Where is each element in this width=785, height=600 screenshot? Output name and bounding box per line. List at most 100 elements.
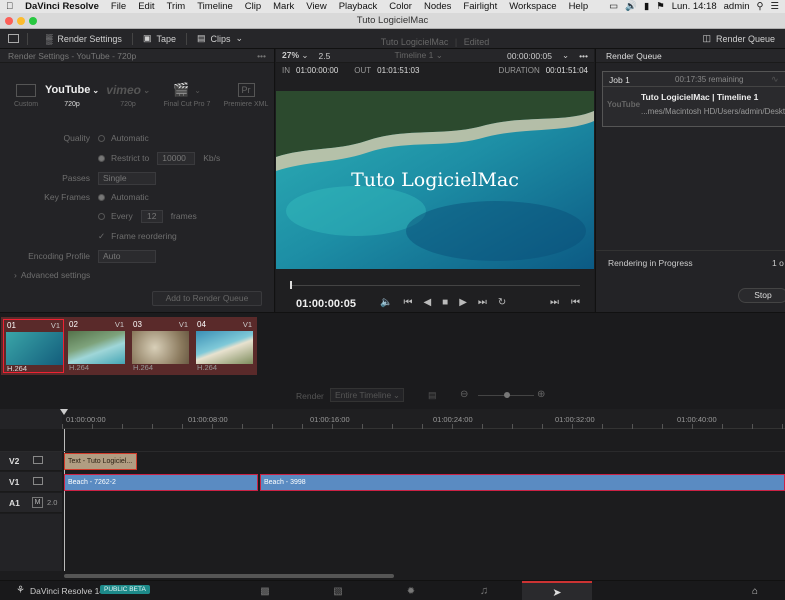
preset-youtube[interactable]: YouTube ⌄ 720p (45, 79, 99, 108)
list-icon[interactable]: ☰ (770, 1, 779, 12)
battery-icon[interactable]: ▮ (644, 1, 649, 12)
flag-icon[interactable]: ⚑ (656, 1, 665, 12)
video-preview[interactable]: Tuto LogicielMac (276, 91, 594, 269)
checkmark-icon[interactable]: ✓ (98, 231, 105, 242)
add-to-render-queue-button[interactable]: Add to Render Queue (152, 291, 262, 306)
zoom-slider-knob[interactable] (504, 392, 510, 398)
menu-clip[interactable]: Clip (239, 1, 267, 12)
clip-thumbnail[interactable]: 01 V1 H.264 (3, 319, 64, 373)
clip-thumbnail[interactable]: 02 V1 H.264 (66, 319, 127, 373)
airplay-icon[interactable]: ▭ (609, 1, 618, 12)
ruler-tick-label: 01:00:16:00 (310, 415, 350, 424)
edit-page-button[interactable]: ▧ (303, 581, 373, 600)
zoom-window-button[interactable] (29, 17, 37, 25)
preset-custom[interactable]: Custom (6, 79, 46, 108)
bitrate-input[interactable]: 10000 (157, 151, 196, 165)
play-reverse-icon[interactable]: ◀ (423, 297, 431, 308)
zoom-out-icon[interactable]: ⊖ (460, 389, 468, 400)
render-range-select[interactable]: Entire Timeline ⌄ (330, 388, 404, 402)
clip-thumbnail[interactable]: 04 V1 H.264 (194, 319, 255, 373)
timeline-scrollbar[interactable] (64, 574, 394, 578)
close-window-button[interactable] (5, 17, 13, 25)
menubar-clock[interactable]: Lun. 14:18 (672, 1, 717, 12)
apple-icon[interactable]:  (0, 1, 19, 12)
skip-forward-icon[interactable]: ⏭ (478, 297, 487, 308)
scrubber-bar[interactable] (290, 285, 580, 286)
clips-button[interactable]: ▤ Clips ⌄ (187, 29, 253, 49)
audio-icon[interactable]: 🔈 (380, 297, 392, 308)
volume-icon[interactable]: 🔊 (625, 1, 637, 12)
menu-mark[interactable]: Mark (267, 1, 300, 12)
menu-timeline[interactable]: Timeline (191, 1, 239, 12)
zoom-select[interactable]: 27% ⌄ (282, 50, 309, 61)
home-button[interactable]: ⌂ (725, 581, 785, 600)
render-job-card[interactable]: Job 1 00:17:35 remaining ∿ YouTube Tuto … (602, 71, 785, 127)
skip-back-icon[interactable]: ⏮ (403, 297, 412, 308)
encoding-select[interactable]: Auto (98, 249, 156, 263)
track-monitor-icon[interactable] (33, 477, 43, 485)
play-icon[interactable]: ▶ (459, 297, 467, 308)
preset-final-cut[interactable]: 🎬 ⌄ Final Cut Pro 7 (158, 79, 216, 108)
menu-view[interactable]: View (300, 1, 332, 12)
every-radio[interactable] (98, 212, 105, 220)
menu-help[interactable]: Help (563, 1, 595, 12)
track-header-a1[interactable]: A1 M 2.0 (0, 493, 62, 513)
timeline-ruler[interactable]: 01:00:00:00 01:00:08:00 01:00:16:00 01:0… (0, 409, 785, 429)
preset-premiere[interactable]: Pr Premiere XML (222, 79, 270, 108)
clip-group: 01 V1 H.264 02 V1 H.264 03 V1 H.264 04 V… (1, 317, 257, 375)
more-options-icon[interactable]: ••• (579, 51, 588, 61)
video-clip[interactable]: Beach - 3998 (260, 474, 785, 491)
tape-button[interactable]: ▣ Tape (133, 29, 186, 49)
menu-file[interactable]: File (105, 1, 132, 12)
fairlight-page-button[interactable]: ♫ (449, 581, 519, 600)
in-label: IN (282, 65, 290, 75)
menu-workspace[interactable]: Workspace (503, 1, 562, 12)
render-queue-button[interactable]: ◫ Render Queue (692, 29, 785, 49)
deliver-page-button[interactable]: ➤ (522, 581, 592, 600)
video-clip[interactable]: Beach - 7262-2 (64, 474, 258, 491)
chevron-down-icon[interactable]: ⌄ (562, 50, 569, 61)
clip-thumbnail[interactable]: 03 V1 H.264 (130, 319, 191, 373)
menu-color[interactable]: Color (383, 1, 418, 12)
clip-nav-buttons: ⏭ ⏮ (550, 297, 580, 308)
advanced-settings-toggle[interactable]: › Advanced settings (0, 267, 275, 283)
panel-toggle-button[interactable] (0, 29, 27, 49)
keyframes-auto-radio[interactable] (98, 193, 105, 201)
quality-auto-radio[interactable] (98, 134, 105, 142)
more-options-icon[interactable]: ••• (257, 51, 266, 61)
track-monitor-icon[interactable] (33, 456, 43, 464)
loop-icon[interactable]: ↻ (498, 297, 506, 308)
minimize-window-button[interactable] (17, 17, 25, 25)
playhead-marker[interactable] (60, 409, 68, 415)
stop-render-button[interactable]: Stop (738, 288, 785, 303)
prev-clip-icon[interactable]: ⏮ (571, 297, 580, 308)
track-header-v2[interactable]: V2 (0, 451, 62, 471)
menu-trim[interactable]: Trim (161, 1, 192, 12)
zoom-in-icon[interactable]: ⊕ (537, 389, 545, 400)
passes-select[interactable]: Single (98, 171, 156, 185)
ruler-tick-label: 01:00:40:00 (677, 415, 717, 424)
text-clip[interactable]: Text - Tuto Logiciel... (64, 453, 137, 470)
menu-playback[interactable]: Playback (333, 1, 384, 12)
track-header-v1[interactable]: V1 (0, 472, 62, 492)
scrubber-playhead[interactable] (290, 281, 292, 289)
timeline-view-icon[interactable]: ▤ (428, 390, 437, 401)
mute-button[interactable]: M (32, 497, 43, 508)
preset-vimeo[interactable]: vimeo ⌄ 720p (106, 79, 150, 108)
spotlight-icon[interactable]: ⚲ (757, 1, 764, 12)
passes-value: Single (103, 172, 127, 183)
menu-fairlight[interactable]: Fairlight (457, 1, 503, 12)
menu-edit[interactable]: Edit (132, 1, 160, 12)
media-page-button[interactable]: ▩ (230, 581, 300, 600)
menubar-user[interactable]: admin (724, 1, 750, 12)
every-input[interactable]: 12 (140, 209, 163, 223)
menu-nodes[interactable]: Nodes (418, 1, 457, 12)
menu-app[interactable]: DaVinci Resolve (19, 1, 105, 12)
zoom-value: 27% (282, 50, 300, 60)
color-page-button[interactable]: ✹ (376, 581, 446, 600)
restrict-radio[interactable] (98, 154, 105, 162)
timeline-select[interactable]: Timeline 1 ⌄ (394, 50, 442, 61)
next-clip-icon[interactable]: ⏭ (550, 297, 559, 308)
stop-icon[interactable]: ■ (442, 297, 448, 308)
render-settings-button[interactable]: ▒ Render Settings (28, 29, 132, 49)
